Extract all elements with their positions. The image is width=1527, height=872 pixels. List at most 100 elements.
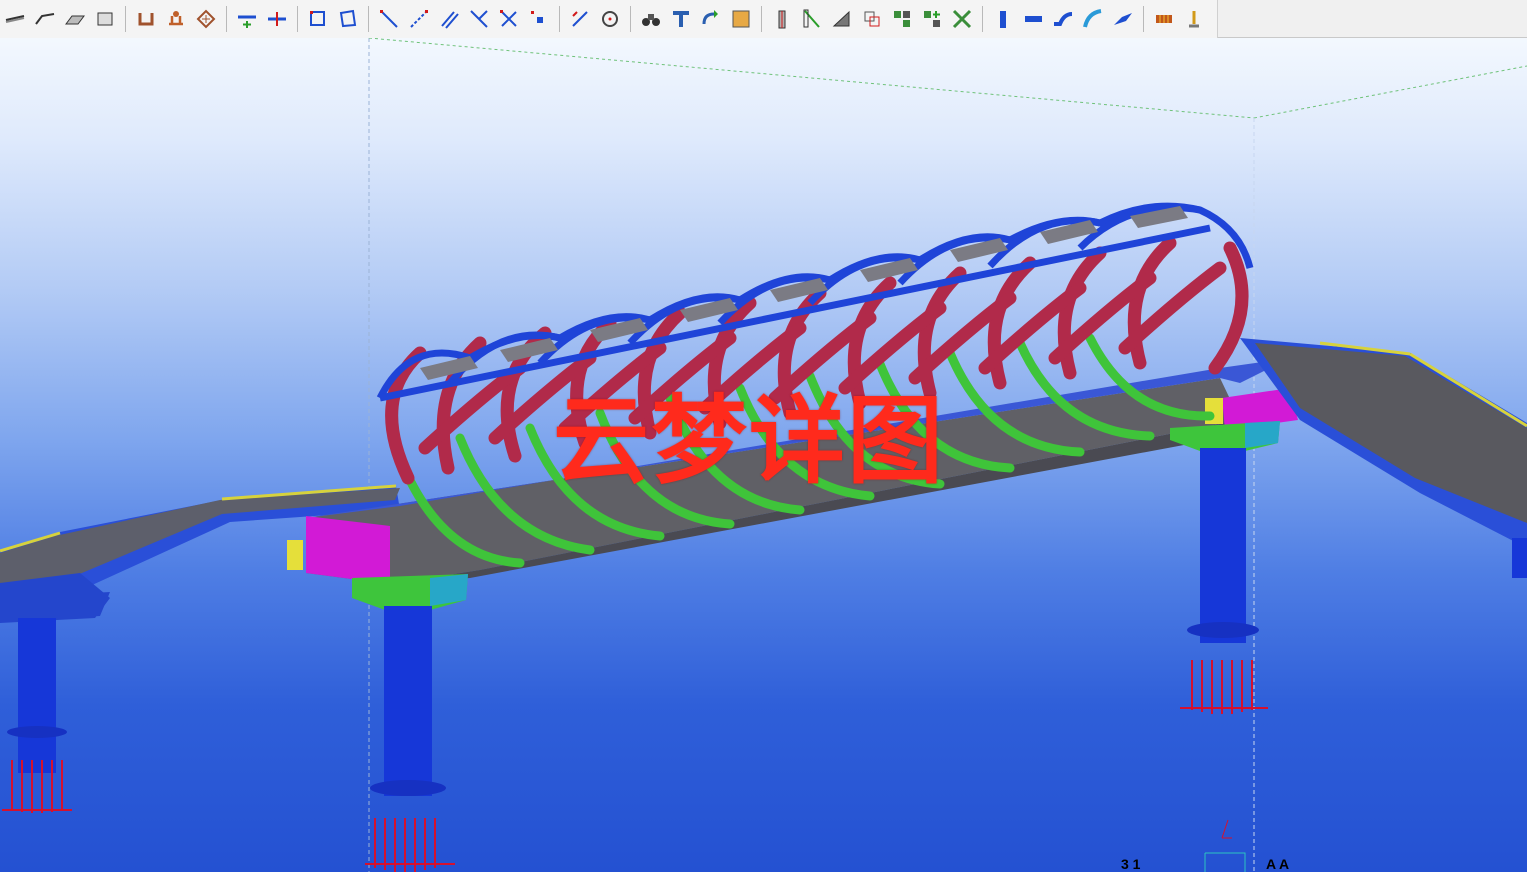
rotate-view-button[interactable] — [698, 5, 724, 33]
toolbar-separator — [559, 6, 560, 32]
render-box-button[interactable] — [728, 5, 754, 33]
column-icon — [778, 10, 786, 29]
component-icon — [169, 11, 183, 26]
toolbar-separator — [125, 6, 126, 32]
weld-button[interactable] — [1151, 5, 1177, 33]
copy-icon — [864, 11, 880, 27]
toolbar-group — [374, 4, 554, 34]
bent-plate-button[interactable] — [1050, 5, 1076, 33]
profile-t-button[interactable] — [668, 5, 694, 33]
toolbar-separator — [761, 6, 762, 32]
point-icon — [531, 11, 543, 23]
assembly-remove-icon — [952, 9, 972, 29]
bolt-button[interactable] — [1181, 5, 1207, 33]
offset-button[interactable] — [567, 5, 593, 33]
assembly-remove-button[interactable] — [949, 5, 975, 33]
beam-button[interactable] — [2, 5, 28, 33]
left-anchor-bolts — [365, 818, 455, 872]
rect-select-button[interactable] — [305, 5, 331, 33]
hatch-button[interactable] — [193, 5, 219, 33]
binoculars-button[interactable] — [638, 5, 664, 33]
add-point-button[interactable] — [234, 5, 260, 33]
main-toolbar — [0, 0, 1527, 38]
right-column-cap-side — [1245, 421, 1280, 448]
assembly-add-icon — [924, 11, 940, 27]
grid-label-right: A A — [1266, 856, 1290, 872]
vertical-bar-button[interactable] — [990, 5, 1016, 33]
assembly-add-button[interactable] — [919, 5, 945, 33]
toolbar-separator — [982, 6, 983, 32]
add-point-icon — [238, 15, 256, 28]
line-button[interactable] — [376, 5, 402, 33]
u-profile-button[interactable] — [133, 5, 159, 33]
left-bearing-pad — [287, 540, 303, 570]
toolbar-group — [636, 4, 756, 34]
toolbar-separator — [297, 6, 298, 32]
u-profile-icon — [138, 13, 154, 26]
bolt-icon — [1189, 11, 1199, 28]
toolbar-separator — [1143, 6, 1144, 32]
component-button[interactable] — [163, 5, 189, 33]
dashed-line-icon — [410, 10, 428, 28]
plate-icon — [832, 10, 850, 27]
horizontal-bar-button[interactable] — [1020, 5, 1046, 33]
right-column-shaft[interactable] — [1200, 448, 1246, 643]
angle-icon — [470, 10, 488, 28]
toolbar-separator — [630, 6, 631, 32]
parallel-icon — [441, 11, 459, 29]
watermark-text: 云梦详图 — [553, 385, 945, 497]
column-button[interactable] — [769, 5, 795, 33]
right-ramp-surface — [1255, 343, 1527, 523]
rect-select-icon — [310, 11, 325, 26]
binoculars-icon — [642, 14, 660, 26]
far-left-column-collar — [7, 726, 67, 738]
assembly-button[interactable] — [889, 5, 915, 33]
angle-button[interactable] — [466, 5, 492, 33]
slab-button[interactable] — [62, 5, 88, 33]
polybeam-button[interactable] — [32, 5, 58, 33]
left-column-shaft[interactable] — [384, 606, 432, 796]
offset-icon — [572, 11, 588, 27]
polygon-select-button[interactable] — [335, 5, 361, 33]
toolbar-separator — [368, 6, 369, 32]
dashed-line-button[interactable] — [406, 5, 432, 33]
toolbar-group — [1149, 4, 1209, 34]
toolbar-group — [232, 4, 292, 34]
point-button[interactable] — [526, 5, 552, 33]
workplane-line — [1253, 65, 1527, 119]
cross-icon — [500, 10, 517, 27]
modeling-toolbar-strip — [0, 0, 1218, 38]
slab-icon — [65, 15, 85, 25]
toolbar-separator — [226, 6, 227, 32]
copy-button[interactable] — [859, 5, 885, 33]
panel-button[interactable] — [92, 5, 118, 33]
brace-button[interactable] — [799, 5, 825, 33]
far-right-column-stub — [1512, 538, 1527, 578]
curved-beam-icon — [1083, 9, 1102, 28]
cross-button[interactable] — [496, 5, 522, 33]
parallel-button[interactable] — [436, 5, 462, 33]
curved-beam-button[interactable] — [1080, 5, 1106, 33]
toolbar-group — [303, 4, 363, 34]
plate-button[interactable] — [829, 5, 855, 33]
right-anchor-bolts — [1180, 660, 1268, 714]
toolbar-group — [565, 4, 625, 34]
left-column-cap-side — [430, 574, 468, 606]
weld-icon — [1156, 15, 1172, 23]
toolbar-group — [767, 4, 977, 34]
workplane-line — [368, 38, 1255, 119]
rotate-view-icon — [702, 10, 718, 25]
panel-icon — [97, 12, 113, 26]
toolbar-group — [131, 4, 221, 34]
left-bearing-block[interactable] — [306, 516, 390, 584]
brace-icon — [803, 9, 820, 28]
grid-label-left: 3 1 — [1121, 856, 1141, 872]
3d-model-viewport[interactable]: 云梦详图 3 1 A A — [0, 38, 1527, 872]
polygon-select-icon — [339, 9, 357, 28]
sloped-slab-button[interactable] — [1110, 5, 1136, 33]
far-left-column-shaft[interactable] — [18, 618, 56, 773]
sloped-slab-icon — [1114, 13, 1132, 25]
beam-icon — [5, 15, 25, 23]
circle-button[interactable] — [597, 5, 623, 33]
split-button[interactable] — [264, 5, 290, 33]
